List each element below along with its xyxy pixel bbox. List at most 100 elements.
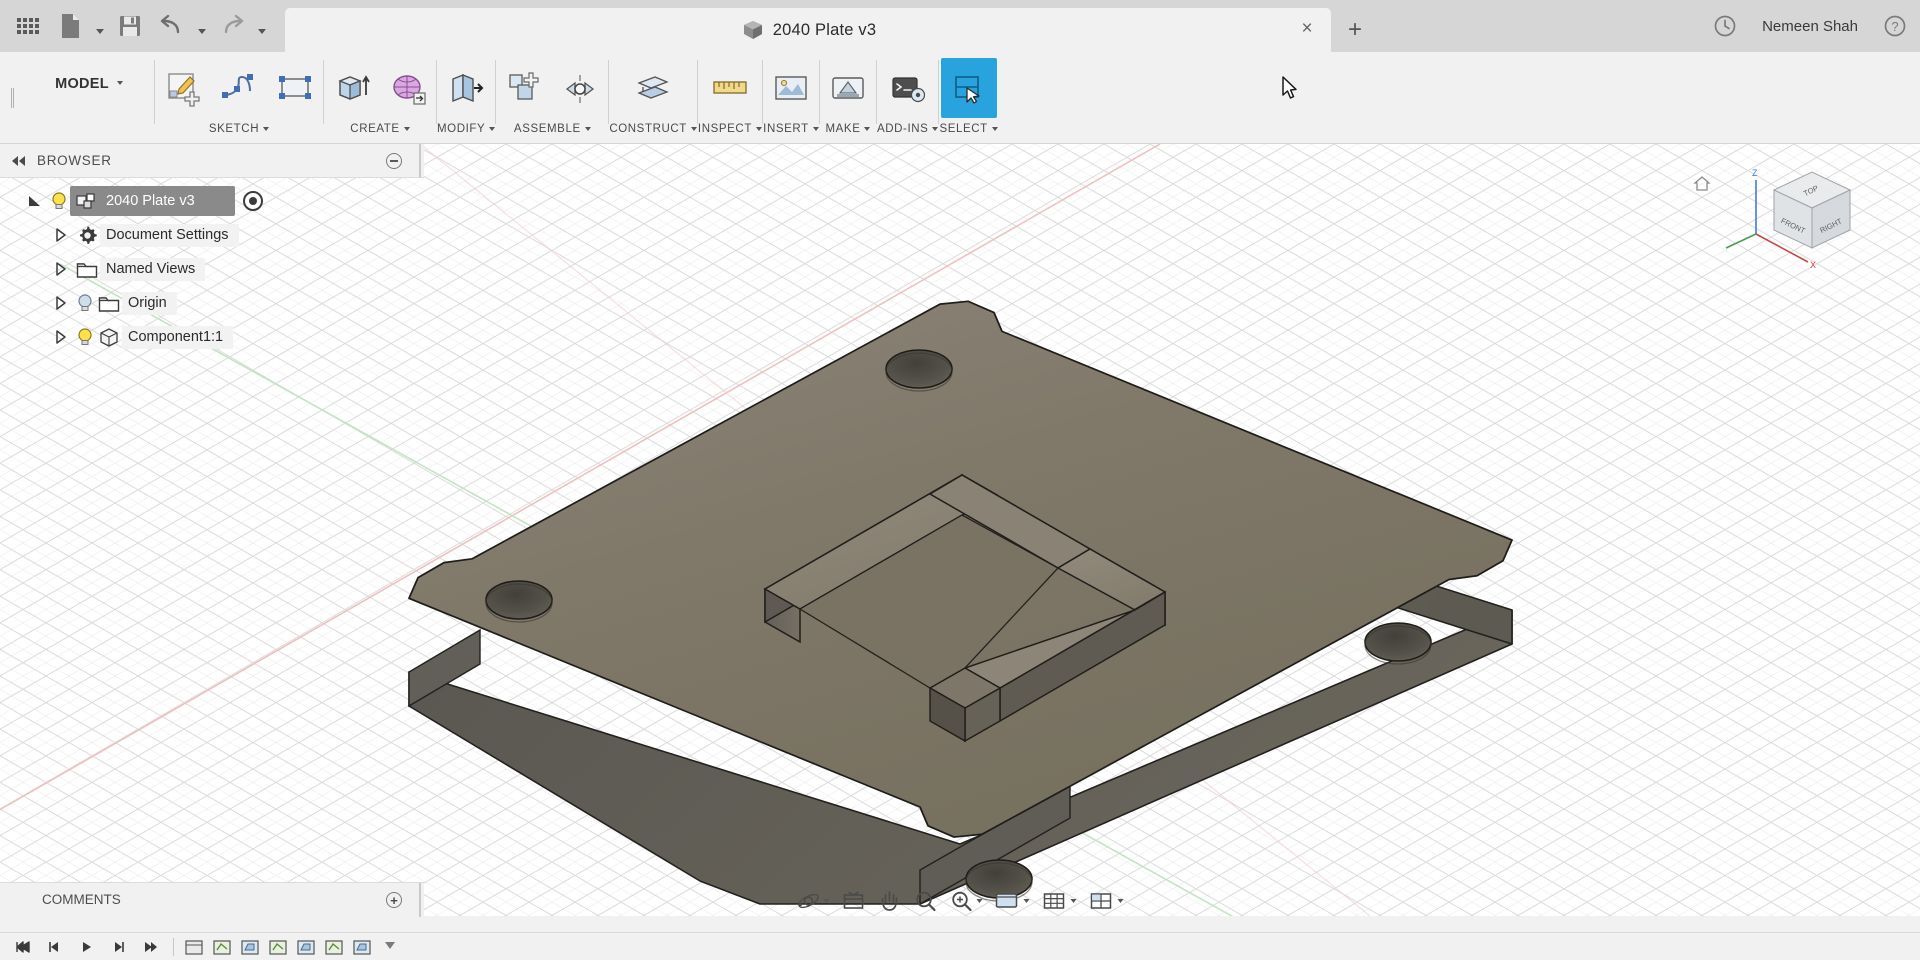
expander-closed-icon[interactable]: [48, 329, 74, 345]
ribbon-group-label-make[interactable]: MAKE: [825, 118, 871, 140]
offset-plane-button[interactable]: [625, 58, 681, 118]
ribbon-group-make: MAKE: [820, 52, 876, 144]
tree-node-component1[interactable]: Component1:1: [0, 320, 424, 354]
add-comment-icon[interactable]: [386, 892, 402, 908]
expander-closed-icon[interactable]: [48, 295, 74, 311]
ribbon-group-label-insert[interactable]: INSERT: [763, 118, 819, 140]
user-account-button[interactable]: Nemeen Shah: [1748, 18, 1872, 35]
comments-label: COMMENTS: [42, 892, 121, 907]
tree-node-root[interactable]: 2040 Plate v3: [0, 184, 424, 218]
3d-print-button[interactable]: [820, 58, 876, 118]
insert-mcmaster-button[interactable]: [763, 58, 819, 118]
ribbon-group-label-create[interactable]: CREATE: [350, 118, 410, 140]
folder-icon: [96, 294, 122, 313]
ribbon-group-label-modify[interactable]: MODIFY: [437, 118, 496, 140]
group-label-text: INSPECT: [697, 123, 752, 135]
redo-icon[interactable]: [212, 6, 252, 46]
timeline-feature-extrude-3[interactable]: [349, 935, 375, 959]
timeline-feature-sketch-1[interactable]: [209, 935, 235, 959]
ribbon-group-label-construct[interactable]: CONSTRUCT: [609, 118, 697, 140]
tree-node-label: Origin: [128, 294, 167, 311]
ribbon-group-addins: ADD-INS: [877, 52, 939, 144]
tree-label-wrap: Origin: [122, 291, 177, 315]
workspace-selector[interactable]: MODEL: [24, 52, 154, 144]
joint-button[interactable]: [552, 58, 608, 118]
ribbon-group-label-addins[interactable]: ADD-INS: [877, 118, 939, 140]
new-tab-button[interactable]: +: [1337, 12, 1373, 48]
zoom-window-button[interactable]: [945, 885, 988, 917]
timeline-step-forward-button[interactable]: [104, 934, 134, 960]
timeline-feature-component[interactable]: [181, 935, 207, 959]
extrude-button[interactable]: [324, 58, 380, 118]
timeline-begin-button[interactable]: [8, 934, 38, 960]
visibility-bulb-icon[interactable]: [48, 191, 70, 211]
timeline-feature-extrude-2[interactable]: [293, 935, 319, 959]
timeline-feature-sketch-2[interactable]: [265, 935, 291, 959]
tree-node-origin[interactable]: Origin: [0, 286, 424, 320]
press-pull-button[interactable]: [438, 58, 494, 118]
chevron-down-icon: [976, 899, 983, 903]
group-label-text: MAKE: [825, 123, 861, 135]
ribbon-toolbar: MODEL SKETCH CREATE MODIFY ASSEMBLE CONS…: [0, 52, 1920, 144]
orbit-button[interactable]: [792, 885, 835, 917]
pan-button[interactable]: [873, 885, 907, 917]
titlebar-right-cluster: Nemeen Shah ?: [1708, 0, 1912, 52]
expander-closed-icon[interactable]: [48, 227, 74, 243]
group-label-text: ASSEMBLE: [513, 123, 581, 135]
viewports-button[interactable]: [1084, 885, 1129, 917]
new-file-icon[interactable]: [50, 6, 90, 46]
rectangle-button[interactable]: [267, 58, 323, 118]
ribbon-group-label-inspect[interactable]: INSPECT: [698, 118, 762, 140]
collapse-panel-icon[interactable]: [12, 155, 25, 166]
scripts-addins-button[interactable]: [880, 58, 936, 118]
activate-component-icon[interactable]: [242, 191, 263, 211]
expander-closed-icon[interactable]: [48, 261, 74, 277]
timeline-end-button[interactable]: [136, 934, 166, 960]
recent-clock-icon[interactable]: [1708, 9, 1742, 43]
zoom-button[interactable]: [909, 885, 943, 917]
document-tab-title: 2040 Plate v3: [772, 20, 877, 39]
redo-dropdown[interactable]: [254, 6, 270, 46]
measure-button[interactable]: [702, 58, 758, 118]
look-at-button[interactable]: [837, 885, 871, 917]
select-button[interactable]: [940, 58, 997, 118]
help-icon[interactable]: ?: [1878, 9, 1912, 43]
tree-node-label: Component1:1: [128, 328, 224, 345]
timeline-bar: [0, 932, 1920, 960]
grid-snaps-button[interactable]: [1037, 885, 1082, 917]
visibility-bulb-icon[interactable]: [74, 327, 96, 347]
timeline-end-marker[interactable]: [377, 935, 403, 959]
create-sketch-button[interactable]: [155, 58, 211, 118]
tree-node-named-views[interactable]: Named Views: [0, 252, 424, 286]
line-button[interactable]: [211, 58, 267, 118]
save-icon[interactable]: [110, 6, 150, 46]
ribbon-grip[interactable]: [0, 52, 24, 144]
ribbon-group-label-sketch[interactable]: SKETCH: [209, 118, 270, 140]
ribbon-group-label-select[interactable]: SELECT: [939, 118, 998, 140]
undo-icon[interactable]: [152, 6, 192, 46]
new-component-button[interactable]: [496, 58, 552, 118]
browser-minimize-icon[interactable]: [386, 153, 402, 169]
timeline-play-button[interactable]: [72, 934, 102, 960]
comments-panel[interactable]: COMMENTS: [0, 882, 424, 917]
display-settings-button[interactable]: [990, 885, 1035, 917]
tab-close-icon[interactable]: ×: [1297, 19, 1317, 40]
timeline-feature-sketch-3[interactable]: [321, 935, 347, 959]
tree-root-label-container[interactable]: 2040 Plate v3: [70, 186, 235, 216]
tree-node-document-settings[interactable]: Document Settings: [0, 218, 424, 252]
document-tab[interactable]: 2040 Plate v3 ×: [285, 8, 1331, 52]
visibility-bulb-icon[interactable]: [74, 293, 96, 313]
ribbon-group-label-assemble[interactable]: ASSEMBLE: [514, 118, 591, 140]
ribbon-group-construct: CONSTRUCT: [609, 52, 697, 144]
view-cube[interactable]: TOP FRONT RIGHT Z X: [1722, 162, 1872, 292]
revolve-button[interactable]: [380, 58, 436, 118]
expander-open-icon[interactable]: [22, 193, 48, 209]
new-file-dropdown[interactable]: [92, 6, 108, 46]
group-label-text: SELECT: [939, 123, 988, 135]
timeline-feature-extrude-1[interactable]: [237, 935, 263, 959]
timeline-step-back-button[interactable]: [40, 934, 70, 960]
undo-dropdown[interactable]: [194, 6, 210, 46]
browser-tree: 2040 Plate v3 Document Settings Named Vi…: [0, 178, 424, 354]
apps-grid-icon[interactable]: [8, 6, 48, 46]
tree-label-wrap: Document Settings: [100, 223, 239, 247]
